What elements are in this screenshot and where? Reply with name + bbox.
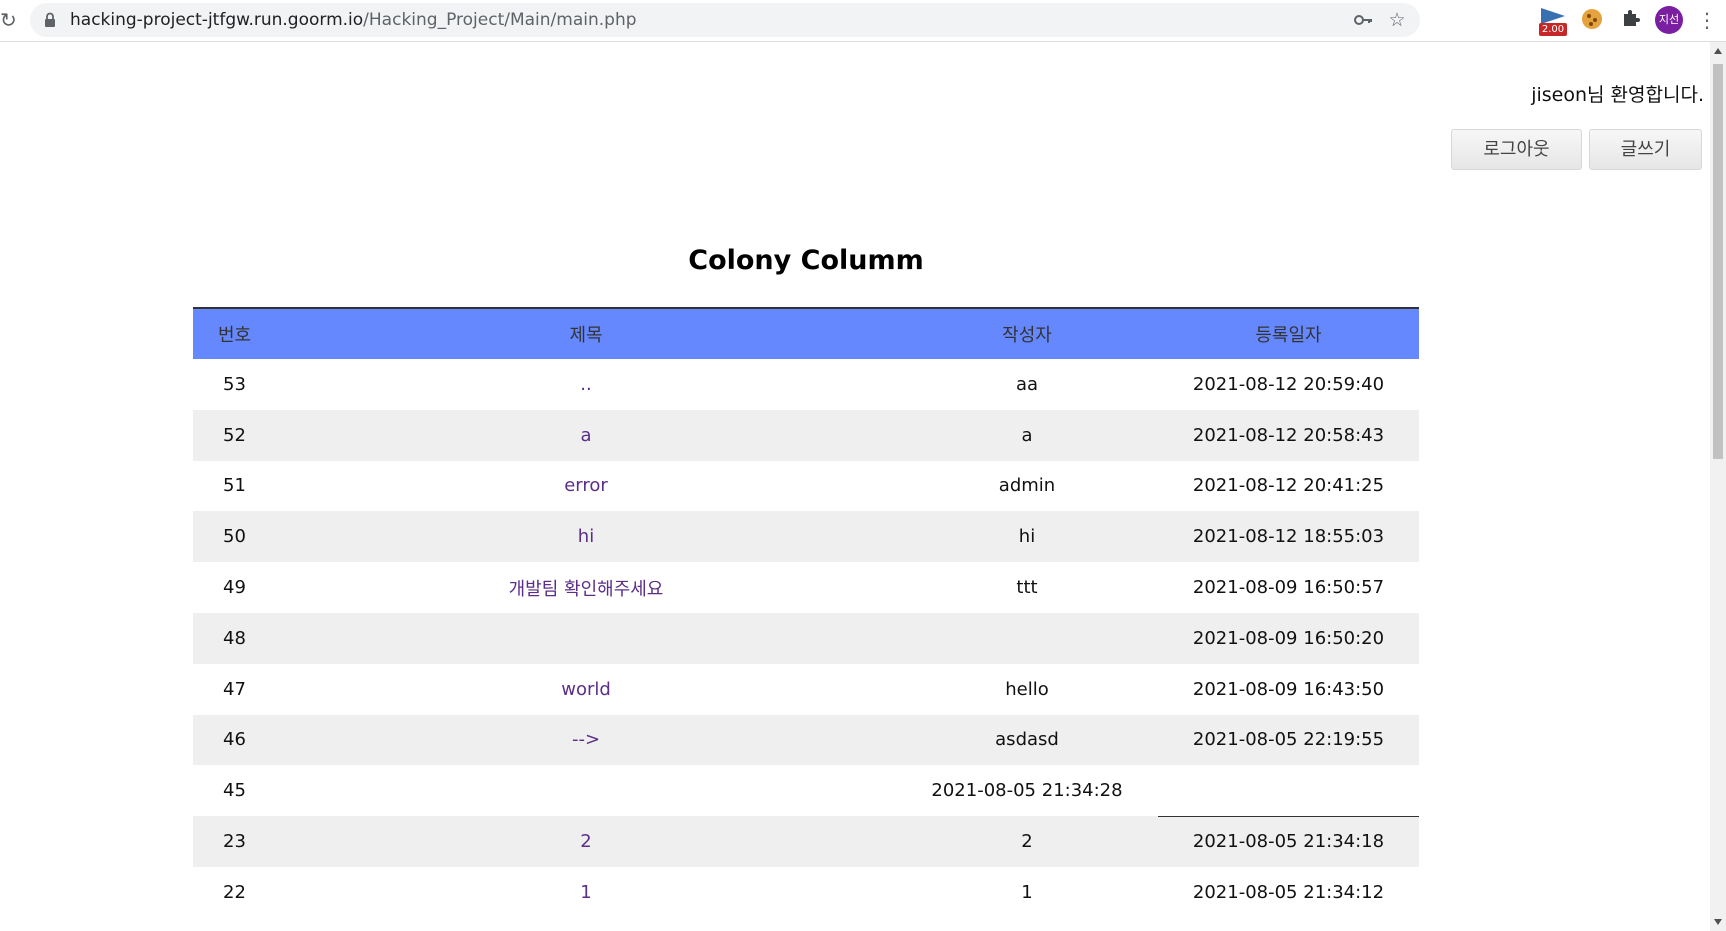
browser-toolbar: ↻ hacking-project-jtfgw.run.goorm.io/Hac…: [0, 0, 1726, 42]
lock-icon: [45, 12, 55, 27]
url-host: hacking-project-jtfgw.run.goorm.io: [70, 10, 364, 30]
scroll-down-arrow-icon[interactable]: [1714, 919, 1722, 925]
column-header-author: 작성자: [896, 307, 1158, 359]
reload-icon[interactable]: ↻: [0, 7, 20, 33]
post-title-link[interactable]: 2: [276, 816, 896, 867]
table-row: 22 1 1 2021-08-05 21:34:12: [193, 867, 1419, 918]
column-header-date: 등록일자: [1158, 307, 1419, 359]
url-path: /Hacking_Project/Main/main.php: [363, 10, 637, 30]
table-row: 52 a a 2021-08-12 20:58:43: [193, 409, 1419, 461]
post-date: 2021-08-12 20:58:43: [1158, 409, 1419, 461]
scroll-up-arrow-icon[interactable]: [1714, 48, 1722, 54]
post-title-link[interactable]: 1: [276, 867, 896, 918]
table-row: 48 2021-08-09 16:50:20: [193, 612, 1419, 664]
post-title-link[interactable]: 개발팀 확인해주세요: [276, 562, 896, 613]
post-date: 2021-08-12 20:59:40: [1192, 373, 1385, 395]
cookie-icon[interactable]: [1582, 9, 1602, 29]
post-author: ttt: [1016, 577, 1038, 599]
post-title-link[interactable]: -->: [276, 714, 896, 766]
post-author: a: [896, 409, 1158, 461]
table-header-row: 번호 제목 작성자 등록일자: [193, 307, 1419, 359]
address-bar[interactable]: hacking-project-jtfgw.run.goorm.io/Hacki…: [30, 3, 1420, 37]
scroll-thumb[interactable]: [1713, 64, 1723, 459]
post-author: asdasd: [896, 714, 1158, 766]
post-author: aa: [1015, 373, 1039, 395]
table-row: 23 2 2 2021-08-05 21:34:18: [193, 816, 1419, 867]
url-text[interactable]: hacking-project-jtfgw.run.goorm.io/Hacki…: [70, 3, 637, 37]
post-author: hi: [896, 511, 1158, 563]
post-title-link[interactable]: world: [276, 664, 896, 715]
post-date: 2021-08-12 18:55:03: [1158, 511, 1419, 563]
star-icon[interactable]: ☆: [1386, 9, 1408, 31]
post-number: 47: [223, 678, 246, 700]
post-number: 22: [223, 881, 246, 903]
post-date: 2021-08-09 16:50:20: [1158, 612, 1419, 664]
column-header-number: 번호: [193, 307, 276, 359]
extensions-puzzle-icon[interactable]: [1620, 8, 1642, 30]
post-date: 2021-08-05 22:19:55: [1158, 714, 1419, 766]
post-number: 45: [223, 780, 246, 802]
page-scrollbar[interactable]: [1710, 42, 1726, 931]
post-date: 2021-08-05 21:34:12: [1192, 881, 1385, 903]
post-date: [1158, 765, 1419, 817]
post-title-link[interactable]: [276, 612, 896, 664]
extension-badge-icon[interactable]: 2.00: [1539, 8, 1567, 36]
key-icon[interactable]: [1352, 9, 1374, 31]
more-menu-icon[interactable]: ⋮: [1697, 6, 1717, 34]
table-row: 51 error admin 2021-08-12 20:41:25: [193, 461, 1419, 512]
post-number: 51: [223, 475, 246, 497]
board-table: 번호 제목 작성자 등록일자 53 .. aa 2021-08-12 20:59…: [193, 307, 1419, 918]
flag-icon: [1541, 8, 1565, 24]
post-title-link[interactable]: a: [276, 409, 896, 461]
post-title-link[interactable]: error: [276, 461, 896, 512]
profile-avatar[interactable]: 지선: [1655, 6, 1683, 34]
table-row: 50 hi hi 2021-08-12 18:55:03: [193, 511, 1419, 563]
post-date: 2021-08-05 21:34:18: [1158, 816, 1419, 867]
post-number: 23: [193, 816, 276, 867]
post-number: 50: [193, 511, 276, 563]
post-author: 1: [1021, 881, 1033, 903]
post-number: 49: [223, 577, 246, 599]
post-number: 52: [193, 409, 276, 461]
table-row: 47 world hello 2021-08-09 16:43:50: [193, 664, 1419, 715]
table-row: 46 --> asdasd 2021-08-05 22:19:55: [193, 714, 1419, 766]
table-row: 49 개발팀 확인해주세요 ttt 2021-08-09 16:50:57: [193, 562, 1419, 613]
post-author: admin: [998, 475, 1056, 497]
post-number: 53: [223, 373, 246, 395]
column-header-title: 제목: [276, 307, 896, 359]
post-date: 2021-08-09 16:43:50: [1192, 678, 1385, 700]
welcome-message: jiseon님 환영합니다.: [1531, 84, 1704, 106]
post-author: 2021-08-05 21:34:28: [931, 780, 1123, 802]
post-title-link[interactable]: ..: [276, 359, 896, 410]
post-author: 2: [896, 816, 1158, 867]
write-post-button[interactable]: 글쓰기: [1589, 129, 1702, 170]
post-author: [896, 612, 1158, 664]
post-number: 48: [193, 612, 276, 664]
post-author: hello: [1005, 678, 1049, 700]
extension-badge-value: 2.00: [1539, 23, 1567, 36]
post-title-link[interactable]: hi: [276, 511, 896, 563]
post-title-link[interactable]: [276, 765, 896, 816]
post-date: 2021-08-09 16:50:57: [1192, 577, 1385, 599]
post-number: 46: [193, 714, 276, 766]
table-row: 53 .. aa 2021-08-12 20:59:40: [193, 359, 1419, 410]
board-title: Colony Columm: [688, 245, 924, 276]
logout-button[interactable]: 로그아웃: [1451, 129, 1582, 170]
table-row: 45 2021-08-05 21:34:28: [193, 765, 1419, 817]
post-date: 2021-08-12 20:41:25: [1192, 475, 1385, 497]
